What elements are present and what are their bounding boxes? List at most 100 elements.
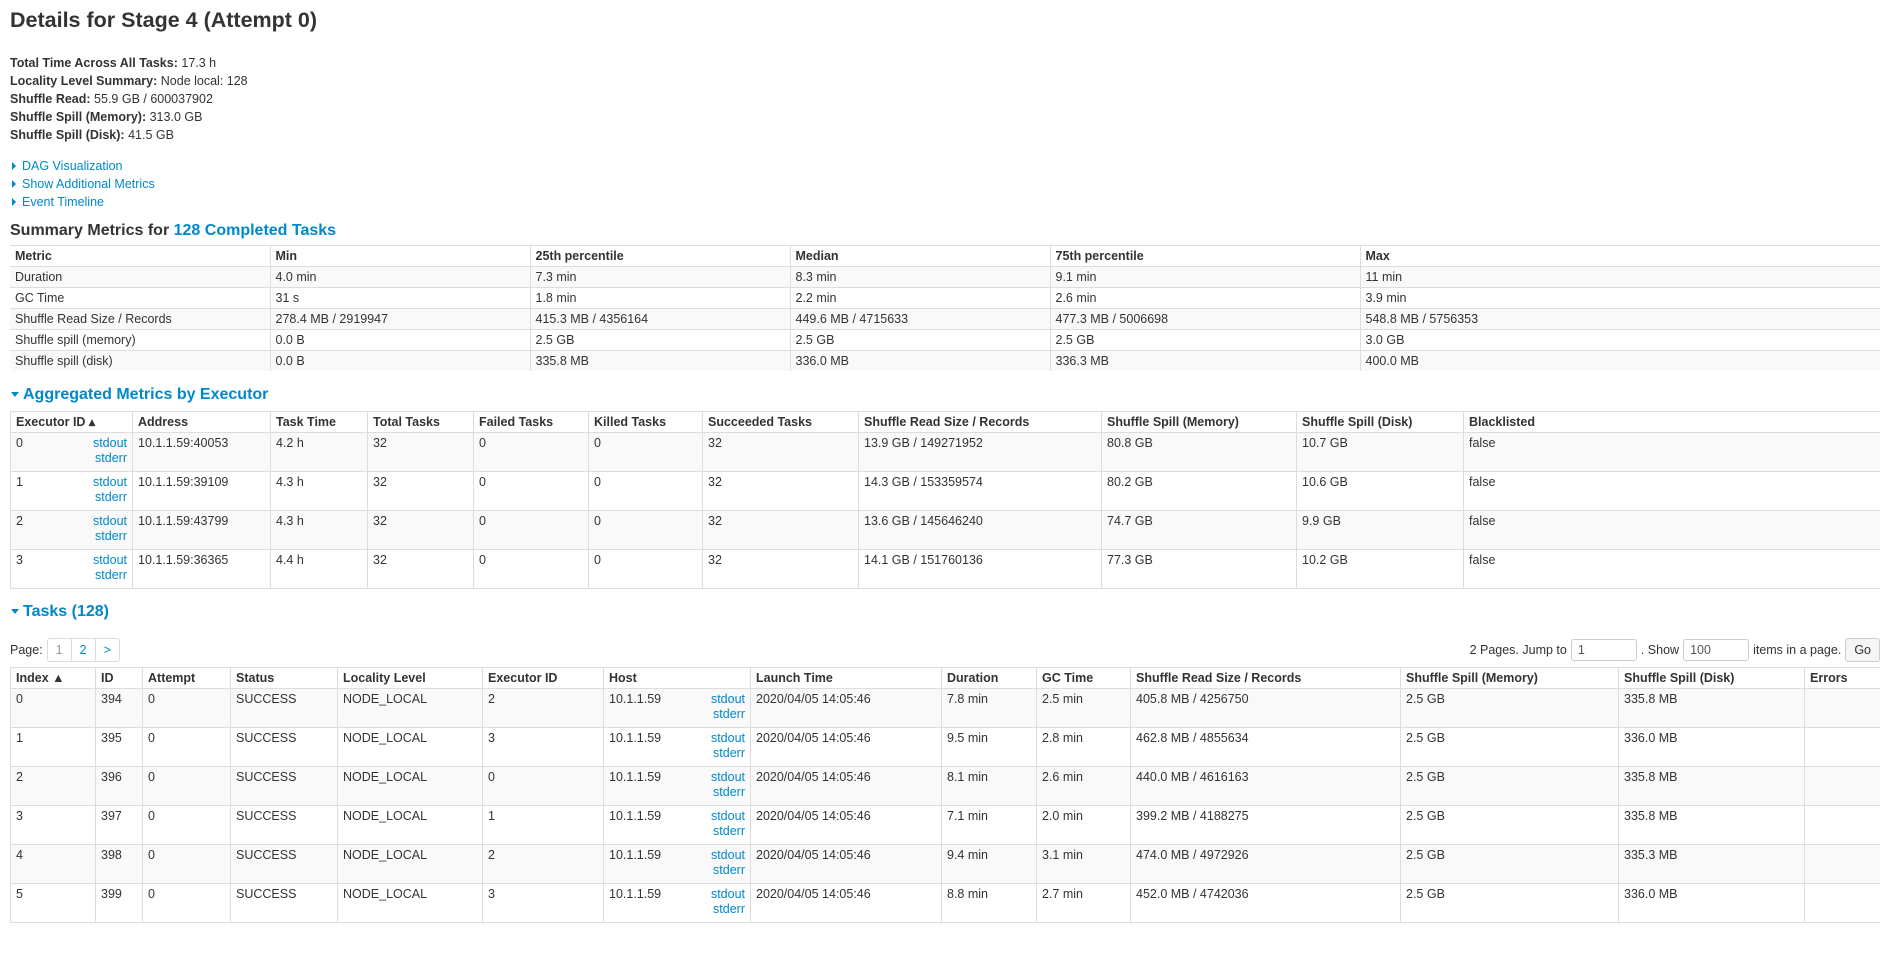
column-header-max[interactable]: Max (1360, 244, 1880, 266)
column-header-duration[interactable]: Duration (941, 666, 1037, 689)
summary-item-locality: Locality Level Summary: Node local: 128 (10, 72, 1880, 90)
table-cell: 399.2 MB / 4188275 (1130, 804, 1401, 845)
stdout-link[interactable]: stdout (93, 436, 127, 451)
dag-visualization-link[interactable]: DAG Visualization (22, 157, 123, 175)
column-header-shuffle-spill-disk[interactable]: Shuffle Spill (Disk) (1296, 410, 1464, 433)
column-header-host[interactable]: Host (603, 666, 751, 689)
column-header-status[interactable]: Status (230, 666, 338, 689)
metric-value: 415.3 MB / 4356164 (530, 307, 791, 329)
dag-visualization-toggle[interactable]: DAG Visualization (10, 157, 1880, 175)
column-header-id[interactable]: ID (95, 666, 143, 689)
column-header-launch-time[interactable]: Launch Time (750, 666, 942, 689)
page-1-button[interactable]: 1 (46, 638, 72, 662)
column-header-blacklisted[interactable]: Blacklisted (1463, 410, 1880, 433)
stdout-link[interactable]: stdout (711, 887, 745, 902)
event-timeline-toggle[interactable]: Event Timeline (10, 193, 1880, 211)
summary-item-spill-disk: Shuffle Spill (Disk): 41.5 GB (10, 126, 1880, 144)
column-header-index[interactable]: Index ▲ (10, 666, 96, 689)
column-header-min[interactable]: Min (270, 244, 531, 266)
table-cell: 14.1 GB / 151760136 (858, 548, 1102, 589)
column-header-task-time[interactable]: Task Time (270, 410, 368, 433)
table-cell: 32 (367, 470, 474, 511)
table-cell: 9.9 GB (1296, 509, 1464, 550)
jump-to-page-input[interactable] (1570, 639, 1637, 661)
tasks-heading-text[interactable]: Tasks (128) (23, 601, 109, 623)
additional-metrics-link[interactable]: Show Additional Metrics (22, 175, 155, 193)
executor-metrics-heading[interactable]: Aggregated Metrics by Executor (10, 384, 1880, 406)
column-header-locality-level[interactable]: Locality Level (337, 666, 483, 689)
table-cell: stdout stderr 3 (10, 548, 133, 589)
column-header-shuffle-spill-memory[interactable]: Shuffle Spill (Memory) (1400, 666, 1619, 689)
additional-metrics-toggle[interactable]: Show Additional Metrics (10, 175, 1880, 193)
executor-metrics-heading-text[interactable]: Aggregated Metrics by Executor (23, 384, 268, 406)
stdout-link[interactable]: stdout (93, 553, 127, 568)
table-cell: 0 (588, 431, 703, 472)
column-header-address[interactable]: Address (132, 410, 271, 433)
stderr-link[interactable]: stderr (711, 863, 745, 878)
table-cell: 2.6 min (1036, 765, 1131, 806)
go-button[interactable]: Go (1845, 638, 1880, 662)
table-cell: 8.8 min (941, 882, 1037, 923)
table-cell: SUCCESS (230, 882, 338, 923)
pages-info: 2 Pages. Jump to (1469, 643, 1567, 657)
column-header-executor-id[interactable]: Executor ID (482, 666, 604, 689)
table-cell: 336.0 MB (1618, 882, 1805, 923)
table-cell: 80.8 GB (1101, 431, 1297, 472)
table-cell: 7.8 min (941, 687, 1037, 728)
stdout-link[interactable]: stdout (711, 731, 745, 746)
stderr-link[interactable]: stderr (711, 746, 745, 761)
column-header-shuffle-spill-disk[interactable]: Shuffle Spill (Disk) (1618, 666, 1805, 689)
table-cell: stdout stderr 10.1.1.59 (603, 843, 751, 884)
stderr-link[interactable]: stderr (711, 824, 745, 839)
stderr-link[interactable]: stderr (93, 529, 127, 544)
column-header-total-tasks[interactable]: Total Tasks (367, 410, 474, 433)
column-header-median[interactable]: Median (790, 244, 1051, 266)
table-cell: 2020/04/05 14:05:46 (750, 804, 942, 845)
summary-metrics-heading: Summary Metrics for 128 Completed Tasks (10, 220, 1880, 242)
summary-item-total-time: Total Time Across All Tasks: 17.3 h (10, 54, 1880, 72)
column-header-executor-id[interactable]: Executor ID ▴ (10, 410, 133, 433)
table-cell: stdout stderr 0 (10, 431, 133, 472)
table-cell: 1 (10, 726, 96, 767)
event-timeline-link[interactable]: Event Timeline (22, 193, 104, 211)
task-logs: stdout stderr (711, 809, 745, 839)
column-header-errors[interactable]: Errors (1804, 666, 1880, 689)
column-header-attempt[interactable]: Attempt (142, 666, 231, 689)
table-cell: 2020/04/05 14:05:46 (750, 765, 942, 806)
stderr-link[interactable]: stderr (93, 568, 127, 583)
stdout-link[interactable]: stdout (711, 848, 745, 863)
completed-tasks-link[interactable]: 128 Completed Tasks (174, 220, 336, 242)
summary-label: Total Time Across All Tasks: (10, 56, 178, 70)
executor-logs: stdout stderr (93, 553, 127, 583)
stdout-link[interactable]: stdout (711, 770, 745, 785)
tasks-table: Index ▲ ID Attempt Status Locality Level Exec… (10, 666, 1880, 923)
page-size-input[interactable] (1683, 639, 1750, 661)
column-header-shuffle-spill-memory[interactable]: Shuffle Spill (Memory) (1101, 410, 1297, 433)
table-cell: 1 (482, 804, 604, 845)
stderr-link[interactable]: stderr (711, 785, 745, 800)
table-cell: 462.8 MB / 4855634 (1130, 726, 1401, 767)
stdout-link[interactable]: stdout (711, 809, 745, 824)
column-header-metric[interactable]: Metric (10, 244, 271, 266)
column-header-shuffle-read-size-records[interactable]: Shuffle Read Size / Records (858, 410, 1102, 433)
stdout-link[interactable]: stdout (93, 475, 127, 490)
tasks-heading[interactable]: Tasks (128) (10, 601, 1880, 623)
column-header-succeeded-tasks[interactable]: Succeeded Tasks (702, 410, 859, 433)
column-header-failed-tasks[interactable]: Failed Tasks (473, 410, 589, 433)
stdout-link[interactable]: stdout (93, 514, 127, 529)
column-header-25th-percentile[interactable]: 25th percentile (530, 244, 791, 266)
page-jump-form: 2 Pages. Jump to . Show items in a page.… (1470, 638, 1880, 662)
stderr-link[interactable]: stderr (93, 451, 127, 466)
column-header-75th-percentile[interactable]: 75th percentile (1050, 244, 1361, 266)
column-header-killed-tasks[interactable]: Killed Tasks (588, 410, 703, 433)
stdout-link[interactable]: stdout (711, 692, 745, 707)
next-page-button[interactable]: > (95, 638, 120, 662)
table-cell: 440.0 MB / 4616163 (1130, 765, 1401, 806)
stderr-link[interactable]: stderr (711, 707, 745, 722)
stderr-link[interactable]: stderr (93, 490, 127, 505)
column-header-gc-time[interactable]: GC Time (1036, 666, 1131, 689)
page-2-button[interactable]: 2 (71, 638, 96, 662)
column-header-shuffle-read-size-records[interactable]: Shuffle Read Size / Records (1130, 666, 1401, 689)
task-host: 10.1.1.59 (609, 691, 662, 706)
stderr-link[interactable]: stderr (711, 902, 745, 917)
